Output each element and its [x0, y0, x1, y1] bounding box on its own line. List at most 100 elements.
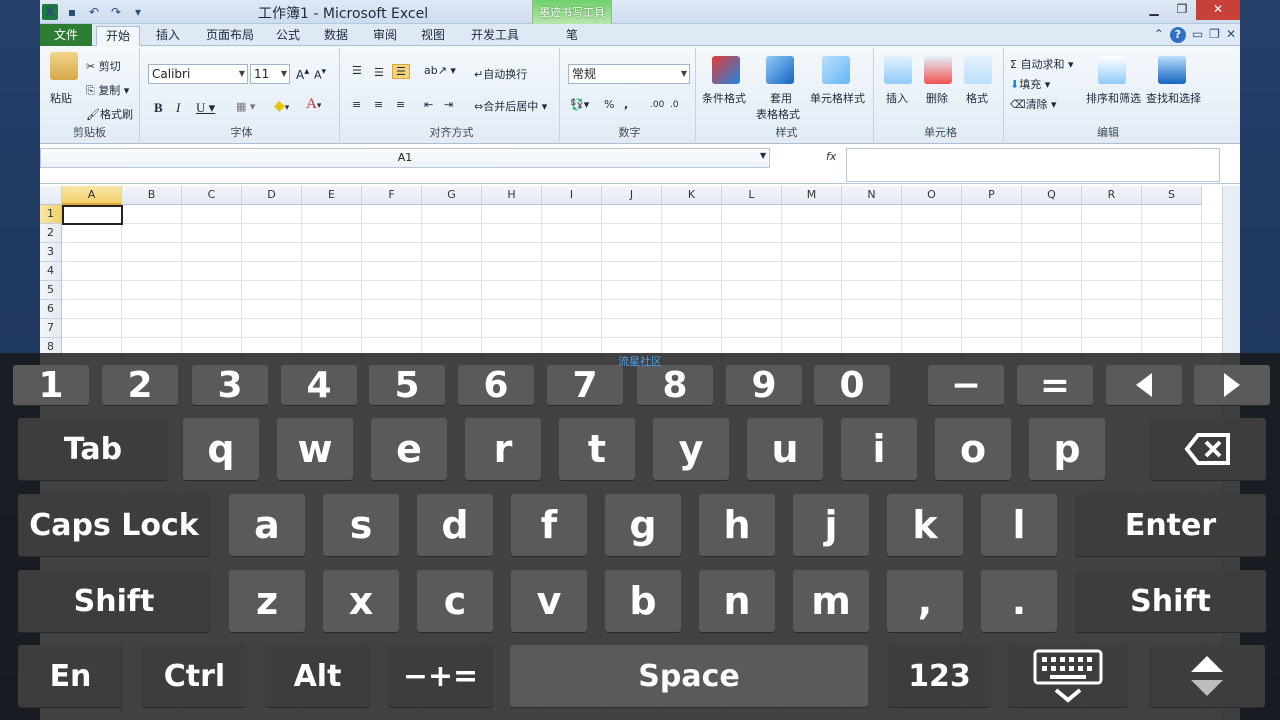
delete-cells-button[interactable]: 删除 [926, 90, 948, 106]
insert-cells-button[interactable]: 插入 [886, 90, 908, 106]
key-j[interactable]: j [793, 494, 869, 556]
key-symbols[interactable]: −+= [388, 645, 493, 707]
key-z[interactable]: z [229, 570, 305, 632]
workbook-restore-icon[interactable]: ❐ [1209, 27, 1220, 43]
close-button[interactable]: ✕ [1196, 0, 1240, 20]
fill-button[interactable]: ⬇填充 ▾ [1010, 76, 1050, 92]
column-header-c[interactable]: C [182, 186, 242, 205]
align-center-icon[interactable]: ≡ [374, 98, 383, 111]
autosum-button[interactable]: Σ 自动求和 ▾ [1010, 56, 1073, 72]
key-digit-4[interactable]: 4 [281, 365, 357, 406]
key-a[interactable]: a [229, 494, 305, 556]
select-all-corner[interactable] [40, 186, 62, 205]
key-digit-2[interactable]: 2 [102, 365, 178, 406]
increase-decimal-icon[interactable]: .00 [650, 100, 664, 110]
table-format-line1[interactable]: 套用 [770, 90, 792, 106]
tab-data[interactable]: 数据 [314, 26, 358, 46]
key-r[interactable]: r [465, 418, 541, 480]
align-middle-icon[interactable]: ☰ [374, 66, 384, 79]
column-header-k[interactable]: K [662, 186, 722, 205]
save-icon[interactable]: ▪ [64, 5, 80, 19]
orientation-icon[interactable]: ab↗ ▾ [424, 64, 456, 77]
key-w[interactable]: w [277, 418, 353, 480]
key-digit-1[interactable]: 1 [13, 365, 89, 406]
help-icon[interactable]: ? [1169, 27, 1186, 43]
sort-filter-button[interactable]: 排序和筛选 [1086, 90, 1141, 106]
format-painter-button[interactable]: 🖌格式刷 [86, 106, 133, 122]
number-format-select[interactable]: 常规 ▼ [568, 64, 690, 84]
tab-insert[interactable]: 插入 [146, 26, 190, 46]
formula-input[interactable] [846, 148, 1220, 182]
row-header-1[interactable]: 1 [40, 205, 62, 224]
currency-icon[interactable]: 💱▾ [570, 98, 589, 111]
key-o[interactable]: o [935, 418, 1011, 480]
column-header-i[interactable]: I [542, 186, 602, 205]
row-header-6[interactable]: 6 [40, 300, 62, 319]
key-digit-5[interactable]: 5 [369, 365, 445, 406]
conditional-format-icon[interactable] [712, 56, 740, 84]
key-enter[interactable]: Enter [1075, 494, 1266, 556]
tab-formulas[interactable]: 公式 [266, 26, 310, 46]
key-comma[interactable]: , [887, 570, 963, 632]
key-digit-7[interactable]: 7 [547, 365, 623, 406]
key-u[interactable]: u [747, 418, 823, 480]
find-select-button[interactable]: 查找和选择 [1146, 90, 1201, 106]
paste-button[interactable]: 粘贴 [50, 90, 72, 106]
key-shift-left[interactable]: Shift [18, 570, 210, 632]
key-y[interactable]: y [653, 418, 729, 480]
fill-color-icon[interactable]: ◆▾ [274, 98, 289, 114]
key-language[interactable]: En [18, 645, 123, 707]
row-header-5[interactable]: 5 [40, 281, 62, 300]
conditional-format-button[interactable]: 条件格式 [702, 90, 746, 106]
font-color-icon[interactable]: A▾ [306, 96, 321, 113]
align-top-icon[interactable]: ☰ [352, 64, 362, 77]
increase-indent-icon[interactable]: ⇥ [444, 98, 453, 111]
key-h[interactable]: h [699, 494, 775, 556]
tab-page-layout[interactable]: 页面布局 [198, 26, 262, 46]
key-l[interactable]: l [981, 494, 1057, 556]
key-arrow-right[interactable] [1194, 365, 1270, 405]
grow-font-button[interactable]: A▴ [296, 66, 309, 82]
key-d[interactable]: d [417, 494, 493, 556]
key-t[interactable]: t [559, 418, 635, 480]
row-header-3[interactable]: 3 [40, 243, 62, 262]
format-cells-icon[interactable] [964, 56, 992, 84]
column-header-h[interactable]: H [482, 186, 542, 205]
key-caps-lock[interactable]: Caps Lock [18, 494, 210, 556]
column-header-l[interactable]: L [722, 186, 782, 205]
column-header-a[interactable]: A [62, 186, 122, 205]
key-k[interactable]: k [887, 494, 963, 556]
key-alt[interactable]: Alt [265, 645, 370, 707]
key-i[interactable]: i [841, 418, 917, 480]
column-header-r[interactable]: R [1082, 186, 1142, 205]
key-hide-keyboard[interactable] [1008, 645, 1128, 707]
key-p[interactable]: p [1029, 418, 1105, 480]
comma-icon[interactable]: , [624, 98, 628, 111]
find-select-icon[interactable] [1158, 56, 1186, 84]
format-cells-button[interactable]: 格式 [966, 90, 988, 106]
shrink-font-button[interactable]: A▾ [314, 66, 326, 82]
row-header-4[interactable]: 4 [40, 262, 62, 281]
key-ctrl[interactable]: Ctrl [142, 645, 247, 707]
tab-file[interactable]: 文件 [40, 24, 92, 46]
format-as-table-icon[interactable] [766, 56, 794, 84]
cell-styles-icon[interactable] [822, 56, 850, 84]
tab-pen[interactable]: 笔 [550, 26, 594, 46]
active-cell[interactable] [62, 205, 123, 225]
column-header-e[interactable]: E [302, 186, 362, 205]
key-space[interactable]: Space [510, 645, 868, 707]
table-format-line2[interactable]: 表格格式 [756, 106, 800, 122]
key-v[interactable]: v [511, 570, 587, 632]
italic-button[interactable]: I [176, 100, 180, 116]
restore-button[interactable]: ❐ [1168, 0, 1196, 20]
key-m[interactable]: m [793, 570, 869, 632]
column-header-d[interactable]: D [242, 186, 302, 205]
key-move-keyboard[interactable] [1149, 645, 1265, 707]
name-box[interactable]: A1 [40, 148, 770, 168]
paste-icon[interactable] [50, 52, 78, 80]
align-left-icon[interactable]: ≡ [352, 98, 361, 111]
insert-function-button[interactable]: fx [826, 150, 836, 163]
decrease-indent-icon[interactable]: ⇤ [424, 98, 433, 111]
percent-icon[interactable]: % [604, 98, 614, 111]
font-size-select[interactable]: 11 ▼ [250, 64, 290, 84]
